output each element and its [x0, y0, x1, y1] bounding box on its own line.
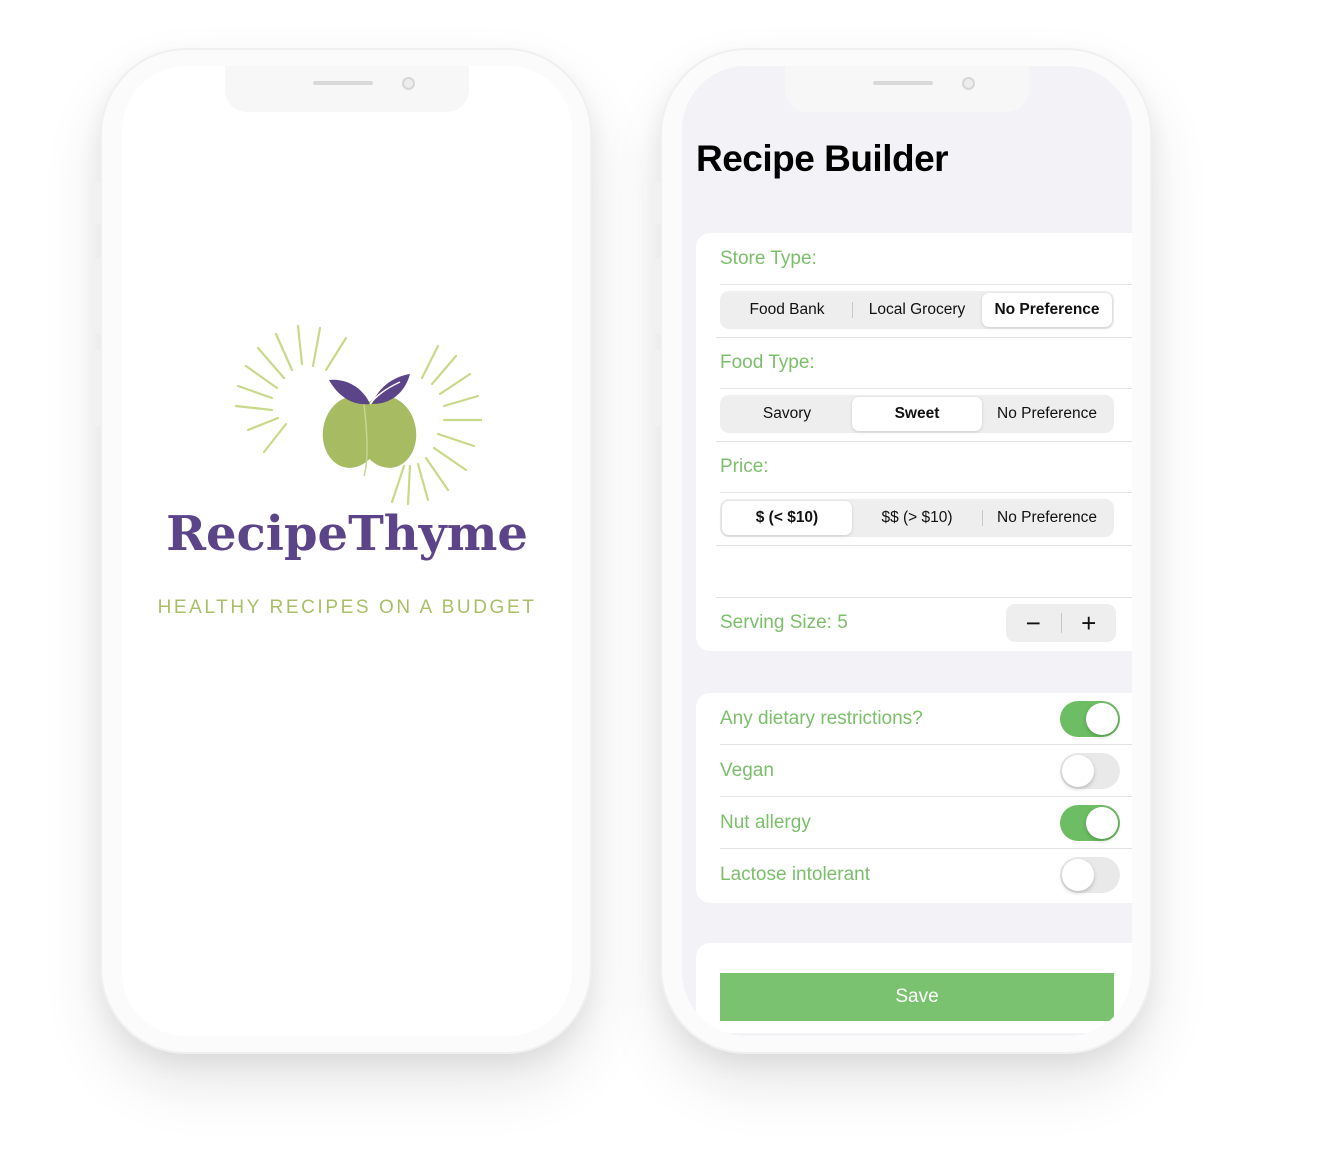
front-camera	[402, 77, 415, 90]
food-type-row: Food Type:	[720, 337, 1132, 389]
food-type-segmented-control[interactable]: Savory Sweet No Preference	[720, 395, 1114, 433]
save-button[interactable]: Save	[720, 973, 1114, 1021]
toggle-knob	[1062, 755, 1094, 787]
dietary-card: Any dietary restrictions? Vegan Nut alle…	[696, 693, 1132, 903]
lemon-logo-icon	[234, 324, 482, 506]
phone-frame-splash: RecipeThyme HEALTHY RECIPES ON A BUDGET	[92, 48, 592, 1054]
speaker-grille	[313, 81, 373, 85]
toggle-row-dietary-restrictions: Any dietary restrictions?	[720, 693, 1132, 745]
toggle-label: Lactose intolerant	[720, 864, 870, 885]
nut-allergy-toggle[interactable]	[1060, 805, 1120, 841]
mute-switch	[652, 182, 662, 224]
recipe-builder-screen: Recipe Builder Store Type: Food Bank Loc…	[682, 66, 1132, 1036]
lactose-intolerant-toggle[interactable]	[1060, 857, 1120, 893]
segment-food-bank[interactable]: Food Bank	[722, 293, 852, 327]
segment-savory[interactable]: Savory	[722, 397, 852, 431]
splash-screen: RecipeThyme HEALTHY RECIPES ON A BUDGET	[122, 66, 572, 1036]
segment-no-preference[interactable]: No Preference	[982, 397, 1112, 431]
volume-down-button	[652, 350, 662, 426]
decrement-button[interactable]: −	[1006, 604, 1061, 642]
store-type-label: Store Type:	[720, 248, 817, 269]
volume-up-button	[92, 258, 102, 334]
segment-low-price[interactable]: $ (< $10)	[722, 501, 852, 535]
serving-size-stepper[interactable]: − +	[1006, 604, 1116, 642]
tagline: HEALTHY RECIPES ON A BUDGET	[157, 597, 537, 618]
store-type-segmented-control[interactable]: Food Bank Local Grocery No Preference	[720, 291, 1114, 329]
front-camera	[962, 77, 975, 90]
toggle-row-nut-allergy: Nut allergy	[720, 797, 1132, 849]
divider	[716, 545, 1132, 546]
toggle-label: Nut allergy	[720, 812, 811, 833]
page-title: Recipe Builder	[696, 138, 949, 179]
increment-button[interactable]: +	[1062, 604, 1117, 642]
serving-size-label: Serving Size: 5	[720, 612, 848, 633]
mute-switch	[92, 182, 102, 224]
dietary-restrictions-toggle[interactable]	[1060, 701, 1120, 737]
toggle-knob	[1062, 859, 1094, 891]
price-label: Price:	[720, 456, 769, 477]
brand-name: RecipeThyme	[166, 506, 528, 562]
segment-no-preference[interactable]: No Preference	[982, 501, 1112, 535]
toggle-label: Vegan	[720, 760, 774, 781]
notch	[225, 66, 469, 112]
price-segmented-control[interactable]: $ (< $10) $$ (> $10) No Preference	[720, 499, 1114, 537]
price-row: Price:	[720, 441, 1132, 493]
segment-sweet[interactable]: Sweet	[852, 397, 982, 431]
volume-down-button	[92, 350, 102, 426]
toggle-row-vegan: Vegan	[720, 745, 1132, 797]
preferences-card: Store Type: Food Bank Local Grocery No P…	[696, 233, 1132, 651]
vegan-toggle[interactable]	[1060, 753, 1120, 789]
segment-local-grocery[interactable]: Local Grocery	[852, 293, 982, 327]
toggle-knob	[1086, 807, 1118, 839]
toggle-row-lactose-intolerant: Lactose intolerant	[720, 849, 1132, 901]
notch	[785, 66, 1029, 112]
segment-high-price[interactable]: $$ (> $10)	[852, 501, 982, 535]
toggle-label: Any dietary restrictions?	[720, 708, 923, 729]
toggle-knob	[1086, 703, 1118, 735]
volume-up-button	[652, 258, 662, 334]
food-type-label: Food Type:	[720, 352, 815, 373]
phone-frame-builder: Recipe Builder Store Type: Food Bank Loc…	[652, 48, 1152, 1054]
store-type-row: Store Type:	[720, 233, 1132, 285]
segment-no-preference[interactable]: No Preference	[982, 293, 1112, 327]
speaker-grille	[873, 81, 933, 85]
